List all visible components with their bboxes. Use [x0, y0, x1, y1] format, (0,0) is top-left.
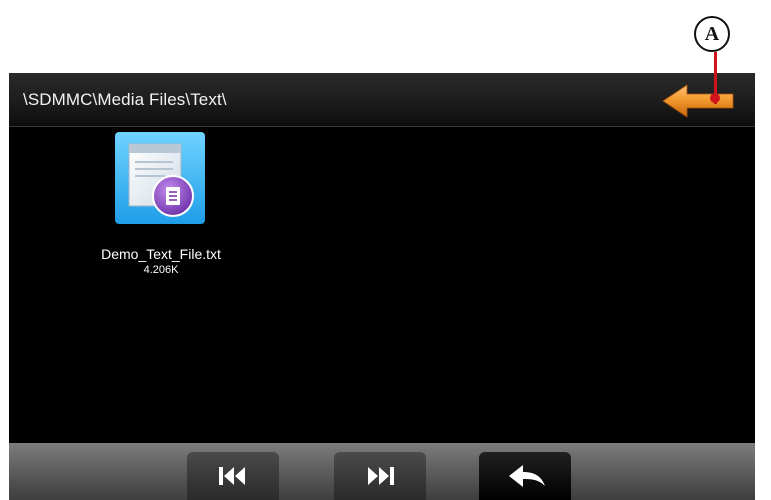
callout-pointer-dot	[710, 93, 720, 103]
up-folder-button[interactable]	[661, 83, 737, 119]
file-name: Demo_Text_File.txt	[101, 246, 221, 262]
return-arrow-icon	[509, 465, 545, 487]
callout-label: A	[694, 16, 730, 52]
skip-previous-icon	[219, 467, 245, 485]
bottom-toolbar	[9, 443, 755, 500]
skip-next-icon	[368, 467, 394, 485]
text-document-icon	[115, 132, 205, 224]
callout-marker: A	[694, 16, 732, 54]
previous-button[interactable]	[187, 452, 279, 500]
orange-left-arrow-icon	[662, 84, 734, 118]
page: A \SDMMC\Media Files\Text\ Demo_Text_Fil…	[0, 0, 771, 500]
file-size: 4.206K	[143, 264, 179, 276]
folder-path: \SDMMC\Media Files\Text\	[23, 90, 227, 109]
next-button[interactable]	[334, 452, 426, 500]
file-item[interactable]: Demo_Text_File.txt 4.206K	[77, 128, 245, 288]
return-button[interactable]	[479, 452, 571, 500]
device-screen: \SDMMC\Media Files\Text\ Demo_Text_File.…	[9, 73, 755, 500]
title-bar: \SDMMC\Media Files\Text\	[9, 73, 755, 127]
